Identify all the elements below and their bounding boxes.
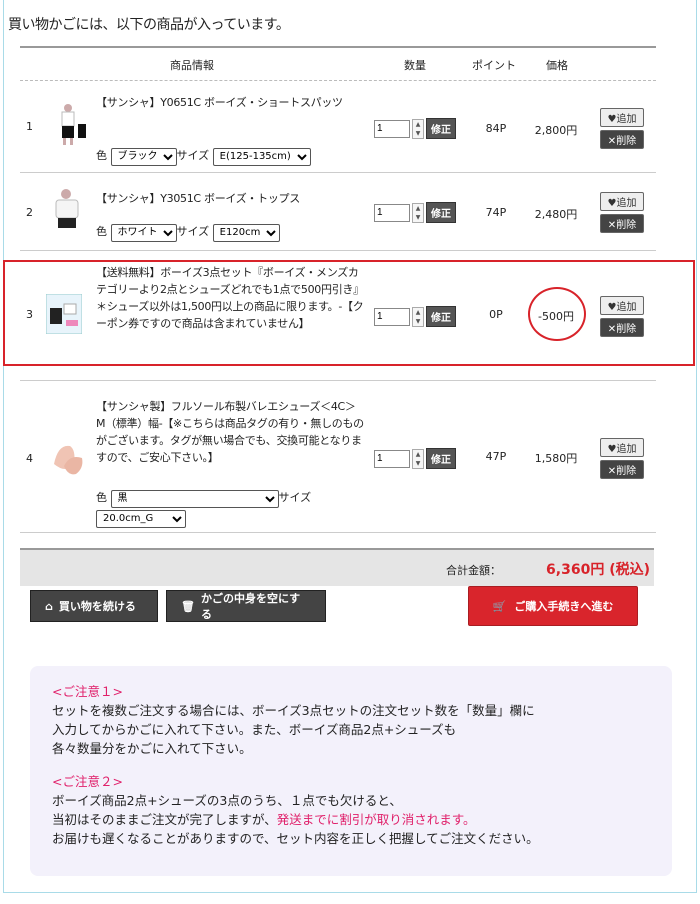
color-select[interactable]: ブラック bbox=[110, 147, 177, 166]
quantity-input[interactable] bbox=[374, 449, 410, 468]
update-button[interactable]: 修正 bbox=[426, 448, 456, 469]
notice-warning: 発送までに割引が取り消されます。 bbox=[276, 812, 476, 827]
notice-line: お届けも遅くなることがありますので、セット内容を正しく把握してご注文ください。 bbox=[52, 831, 539, 846]
highlight-box bbox=[3, 260, 695, 366]
quantity-input[interactable] bbox=[374, 119, 410, 138]
size-select[interactable]: 20.0cm_G bbox=[96, 509, 186, 528]
row-number: 2 bbox=[26, 206, 33, 219]
size-label: サイズ bbox=[176, 149, 210, 162]
price-value: 2,480円 bbox=[534, 208, 578, 221]
quantity-stepper[interactable]: ▲ ▼ bbox=[412, 448, 424, 469]
row-actions: ♥追加 ✕削除 bbox=[600, 108, 644, 149]
notice-line: ボーイズ商品2点+シューズの3点のうち、１点でも欠けると、 bbox=[52, 793, 402, 808]
points-value: 84P bbox=[485, 122, 507, 135]
home-icon: ⌂ bbox=[45, 599, 53, 613]
size-select[interactable]: E(125-135cm) bbox=[212, 147, 311, 166]
points-value: 74P bbox=[485, 206, 507, 219]
header-info: 商品情報 bbox=[170, 59, 214, 72]
product-options: 色 ホワイト サイズ E120cm bbox=[96, 222, 280, 242]
row-actions: ♥追加 ✕削除 bbox=[600, 192, 644, 233]
cart-row: 2 【サンシャ】Y3051C ボーイズ・トップス 色 ホワイト サイズ E120c… bbox=[20, 172, 656, 251]
notice-heading-1: <ご注意１> bbox=[52, 684, 123, 699]
notice-heading-2: <ご注意２> bbox=[52, 774, 123, 789]
quantity-stepper[interactable]: ▲ ▼ bbox=[412, 202, 424, 223]
continue-shopping-button[interactable]: ⌂ 買い物を続ける bbox=[30, 590, 158, 622]
quantity-input[interactable] bbox=[374, 203, 410, 222]
close-icon: ✕ bbox=[607, 466, 617, 477]
add-button[interactable]: ♥追加 bbox=[600, 438, 644, 457]
cart-intro: 買い物かごには、以下の商品が入っています。 bbox=[8, 17, 290, 33]
product-thumbnail[interactable] bbox=[48, 186, 88, 230]
color-label: 色 bbox=[96, 225, 107, 238]
header-qty: 数量 bbox=[404, 59, 426, 72]
add-button[interactable]: ♥追加 bbox=[600, 192, 644, 211]
product-options: 色 ブラック サイズ E(125-135cm) bbox=[96, 146, 311, 166]
product-title[interactable]: 【サンシャ】Y3051C ボーイズ・トップス bbox=[96, 190, 354, 207]
update-button[interactable]: 修正 bbox=[426, 202, 456, 223]
quantity-control: ▲▼ 修正 bbox=[374, 448, 456, 469]
row-number: 4 bbox=[26, 452, 33, 465]
quantity-control: ▲▼ 修正 bbox=[374, 202, 456, 223]
size-label: サイズ bbox=[176, 225, 210, 238]
price-value: 1,580円 bbox=[534, 452, 578, 465]
product-title[interactable]: 【サンシャ製】フルソール布製バレエシューズ＜4C＞ M（標準）幅-【※こちらは商… bbox=[96, 398, 364, 466]
color-select[interactable]: 黒 bbox=[110, 489, 279, 508]
notice-line: 入力してからかごに入れて下さい。また、ボーイズ商品2点+シューズも bbox=[52, 722, 457, 737]
product-thumbnail[interactable] bbox=[48, 434, 88, 478]
product-options: 色 黒サイズ 20.0cm_G bbox=[96, 488, 311, 528]
add-button[interactable]: ♥追加 bbox=[600, 108, 644, 127]
empty-cart-button[interactable]: 🗑 かごの中身を空にする bbox=[166, 590, 326, 622]
notice-box: <ご注意１> セットを複数ご注文する場合には、ボーイズ3点セットの注文セット数を… bbox=[30, 666, 672, 876]
notice-line: 当初はそのままご注文が完了しますが、発送までに割引が取り消されます。 bbox=[52, 812, 476, 827]
close-icon: ✕ bbox=[607, 136, 617, 147]
total-label: 合計金額： bbox=[446, 564, 501, 577]
product-thumbnail[interactable] bbox=[48, 102, 88, 146]
quantity-stepper[interactable]: ▲ ▼ bbox=[412, 118, 424, 139]
size-label: サイズ bbox=[278, 491, 312, 504]
cart-row: 1 【サンシャ】Y0651C ボーイズ・ショートスパッツ 色 ブラック サイズ E… bbox=[20, 80, 656, 173]
price-value: 2,800円 bbox=[534, 124, 578, 137]
trash-icon: 🗑 bbox=[181, 599, 195, 613]
points-value: 47P bbox=[485, 450, 507, 463]
notice-line: セットを複数ご注文する場合には、ボーイズ3点セットの注文セット数を「数量」欄に bbox=[52, 703, 535, 718]
checkout-button[interactable]: 🛒 ご購入手続きへ進む bbox=[468, 586, 638, 626]
delete-button[interactable]: ✕削除 bbox=[600, 214, 644, 233]
cart-icon: 🛒 bbox=[492, 599, 507, 613]
quantity-control: ▲▼ 修正 bbox=[374, 118, 456, 139]
color-label: 色 bbox=[96, 491, 107, 504]
header-price: 価格 bbox=[546, 59, 568, 72]
size-select[interactable]: E120cm bbox=[212, 223, 280, 242]
highlight-circle bbox=[528, 287, 586, 341]
color-select[interactable]: ホワイト bbox=[110, 223, 177, 242]
delete-button[interactable]: ✕削除 bbox=[600, 130, 644, 149]
cart-row: 4 【サンシャ製】フルソール布製バレエシューズ＜4C＞ M（標準）幅-【※こちら… bbox=[20, 380, 656, 533]
close-icon: ✕ bbox=[607, 220, 617, 231]
delete-button[interactable]: ✕削除 bbox=[600, 460, 644, 479]
total-value: 6,360円 (税込) bbox=[546, 562, 650, 578]
row-actions: ♥追加 ✕削除 bbox=[600, 438, 644, 479]
product-title[interactable]: 【サンシャ】Y0651C ボーイズ・ショートスパッツ bbox=[96, 94, 354, 111]
row-number: 1 bbox=[26, 120, 33, 133]
total-bar: 合計金額： 6,360円 (税込) bbox=[20, 548, 654, 586]
cart-table-header: 商品情報 数量 ポイント 価格 bbox=[20, 46, 656, 81]
header-point: ポイント bbox=[472, 59, 516, 72]
notice-line: 各々数量分をかごに入れて下さい。 bbox=[52, 741, 252, 756]
color-label: 色 bbox=[96, 149, 107, 162]
update-button[interactable]: 修正 bbox=[426, 118, 456, 139]
